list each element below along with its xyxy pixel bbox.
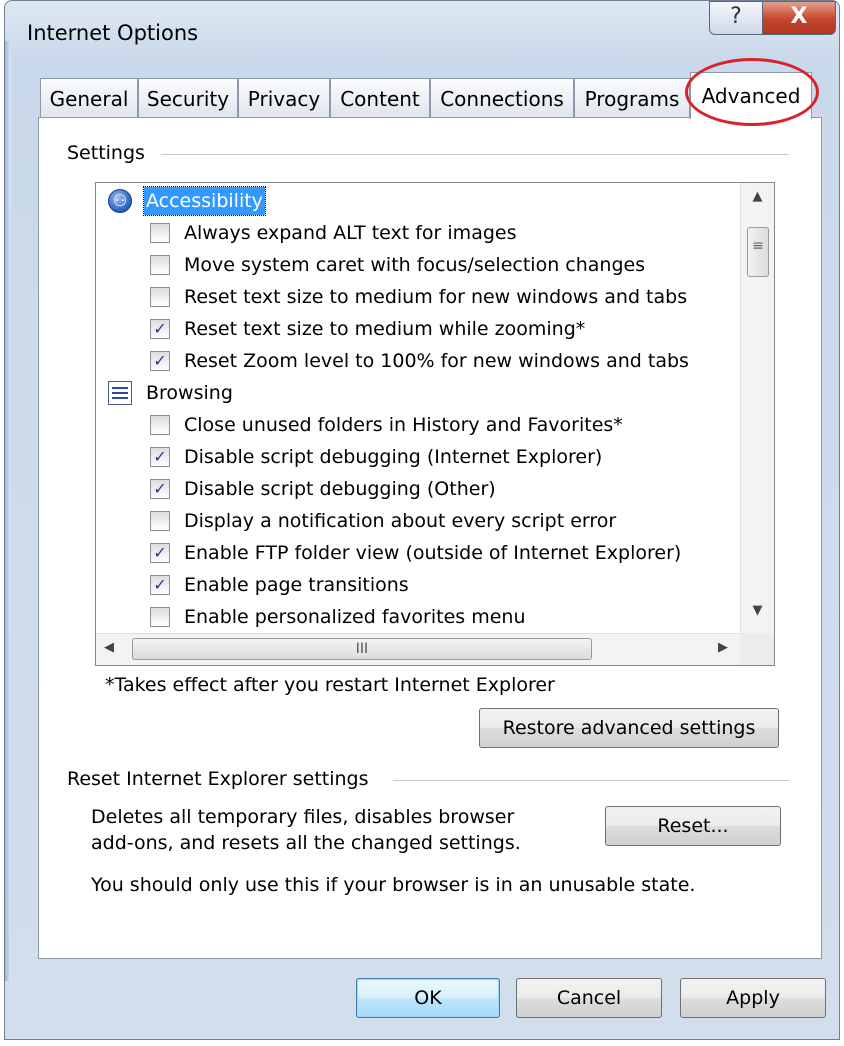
- setting-label: Enable personalized favorites menu: [184, 606, 526, 628]
- tab-programs[interactable]: Programs: [574, 78, 690, 118]
- tab-privacy[interactable]: Privacy: [238, 78, 330, 118]
- checkbox[interactable]: [150, 287, 170, 307]
- restart-footnote: *Takes effect after you restart Internet…: [105, 674, 555, 696]
- close-icon: X: [790, 4, 808, 29]
- checkbox[interactable]: [150, 223, 170, 243]
- help-button[interactable]: ?: [709, 1, 763, 35]
- reset-group-divider: [393, 780, 789, 781]
- browsing-icon: [108, 381, 132, 405]
- setting-label: Display a notification about every scrip…: [184, 510, 617, 532]
- category-label: Accessibility: [143, 186, 266, 216]
- tab-content[interactable]: Content: [330, 78, 430, 118]
- help-icon: ?: [730, 4, 742, 29]
- checkbox[interactable]: ✓: [150, 575, 170, 595]
- setting-label: Always expand ALT text for images: [184, 222, 517, 244]
- reset-warning: You should only use this if your browser…: [91, 874, 696, 896]
- setting-label: Disable script debugging (Other): [184, 478, 496, 500]
- scroll-right-icon[interactable]: ▶: [718, 640, 728, 655]
- setting-label: Enable page transitions: [184, 574, 409, 596]
- cancel-button[interactable]: Cancel: [516, 978, 662, 1018]
- checkbox[interactable]: ✓: [150, 319, 170, 339]
- horizontal-scroll-thumb[interactable]: III: [132, 638, 592, 660]
- tree-category-accessibility[interactable]: ⚇ Accessibility: [96, 185, 736, 217]
- settings-group-label: Settings: [67, 142, 151, 164]
- settings-group-divider: [161, 154, 789, 155]
- checkbox[interactable]: [150, 511, 170, 531]
- window-title: Internet Options: [27, 21, 199, 45]
- checkbox[interactable]: ✓: [150, 543, 170, 563]
- reset-button[interactable]: Reset...: [605, 806, 781, 846]
- vertical-scrollbar[interactable]: ▲ ≡ ▼: [740, 183, 774, 635]
- vertical-scroll-thumb[interactable]: ≡: [747, 227, 769, 277]
- category-label: Browsing: [146, 382, 233, 404]
- restore-advanced-settings-button[interactable]: Restore advanced settings: [479, 708, 779, 748]
- accessibility-icon: ⚇: [108, 189, 132, 213]
- checkbox[interactable]: [150, 255, 170, 275]
- checkbox[interactable]: ✓: [150, 351, 170, 371]
- ok-button[interactable]: OK: [356, 978, 500, 1018]
- scroll-up-icon[interactable]: ▲: [741, 189, 774, 204]
- scrollbar-corner: [740, 633, 774, 665]
- tree-category-browsing[interactable]: Browsing: [96, 377, 736, 409]
- setting-label: Move system caret with focus/selection c…: [184, 254, 646, 276]
- setting-label: Disable script debugging (Internet Explo…: [184, 446, 603, 468]
- tab-connections[interactable]: Connections: [430, 78, 574, 118]
- grip-icon: ≡: [752, 238, 764, 254]
- setting-label: Reset Zoom level to 100% for new windows…: [184, 350, 689, 372]
- tab-general[interactable]: General: [40, 78, 138, 118]
- scroll-down-icon[interactable]: ▼: [741, 603, 774, 618]
- checkbox[interactable]: [150, 607, 170, 627]
- settings-tree-list[interactable]: ⚇ Accessibility Always expand ALT text f…: [95, 182, 775, 666]
- horizontal-scrollbar[interactable]: ◀ III ▶: [96, 633, 742, 665]
- checkbox[interactable]: [150, 415, 170, 435]
- tab-security[interactable]: Security: [138, 78, 238, 118]
- setting-label: Enable FTP folder view (outside of Inter…: [184, 542, 682, 564]
- window-frame-edge: [5, 41, 11, 981]
- scroll-left-icon[interactable]: ◀: [104, 640, 114, 655]
- setting-label: Reset text size to medium while zooming*: [184, 318, 586, 340]
- reset-group-label: Reset Internet Explorer settings: [67, 768, 375, 790]
- advanced-tab-panel: Settings ⚇ Accessibility Always expand A…: [38, 117, 822, 959]
- close-button[interactable]: X: [762, 1, 836, 35]
- setting-label: Close unused folders in History and Favo…: [184, 414, 623, 436]
- reset-description-line1: Deletes all temporary files, disables br…: [91, 806, 515, 828]
- advanced-tab-highlight-annotation: [685, 58, 819, 126]
- reset-description-line2: add-ons, and resets all the changed sett…: [91, 832, 521, 854]
- setting-label: Reset text size to medium for new window…: [184, 286, 688, 308]
- checkbox[interactable]: ✓: [150, 479, 170, 499]
- apply-button[interactable]: Apply: [680, 978, 826, 1018]
- checkbox[interactable]: ✓: [150, 447, 170, 467]
